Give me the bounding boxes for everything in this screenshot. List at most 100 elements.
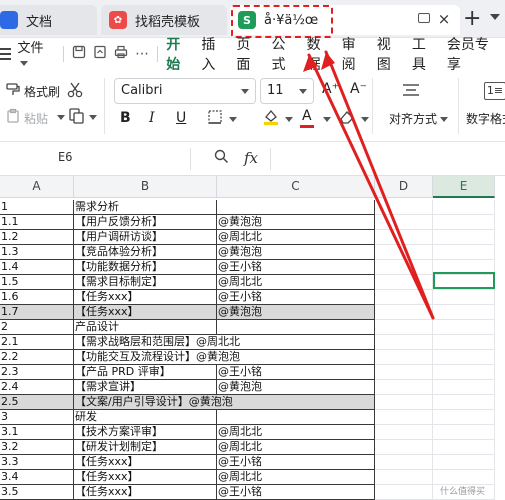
cell-owner[interactable]: @周北北: [217, 440, 375, 455]
cell-task[interactable]: 【任务xxx】: [74, 455, 217, 470]
cell-task[interactable]: 【任务xxx】: [74, 290, 217, 305]
cell-id[interactable]: 2.3: [0, 365, 74, 380]
empty-cell[interactable]: [433, 305, 495, 320]
empty-cell[interactable]: [433, 335, 495, 350]
align-button[interactable]: 对齐方式: [389, 110, 449, 127]
clear-format-icon[interactable]: [336, 108, 358, 130]
table-row[interactable]: 3.1 【技术方案评审】 @周北北: [0, 425, 505, 440]
table-row[interactable]: 3.4 【任务xxx】 @周北北: [0, 470, 505, 485]
empty-cell[interactable]: [375, 335, 433, 350]
chevron-down-icon[interactable]: [490, 14, 500, 20]
table-row[interactable]: 2.3 【产品 PRD 评审】 @王小铭: [0, 365, 505, 380]
cell-task[interactable]: 【产品 PRD 评审】: [74, 365, 217, 380]
cell-task[interactable]: 研发: [74, 410, 217, 425]
cell-id[interactable]: 2.2: [0, 350, 74, 365]
empty-cell[interactable]: [375, 275, 433, 290]
column-header-c[interactable]: C: [217, 176, 375, 198]
font-shrink-button[interactable]: A⁻: [350, 81, 367, 97]
empty-cell[interactable]: [433, 230, 495, 245]
name-box[interactable]: E6: [58, 150, 72, 164]
cell-id[interactable]: 3.1: [0, 425, 74, 440]
cell-id[interactable]: 3.5: [0, 485, 74, 500]
cell-owner[interactable]: @周北北: [217, 230, 375, 245]
empty-cell[interactable]: [375, 440, 433, 455]
table-row[interactable]: 1.2 【用户调研访谈】 @周北北: [0, 230, 505, 245]
chevron-down-icon[interactable]: [229, 117, 237, 122]
empty-cell[interactable]: [433, 200, 495, 215]
cell-id[interactable]: 2: [0, 320, 74, 335]
empty-cell[interactable]: [375, 230, 433, 245]
column-header-d[interactable]: D: [375, 176, 433, 198]
paste-button[interactable]: 粘贴: [24, 110, 48, 127]
cell-owner[interactable]: @王小铭: [217, 485, 375, 500]
number-format-button[interactable]: 数字格式: [466, 110, 505, 127]
empty-cell[interactable]: [433, 410, 495, 425]
cell-id[interactable]: 2.1: [0, 335, 74, 350]
tab-documents[interactable]: 文档: [0, 5, 97, 35]
empty-cell[interactable]: [375, 215, 433, 230]
cell-owner[interactable]: @王小铭: [217, 455, 375, 470]
empty-cell[interactable]: [375, 470, 433, 485]
table-row[interactable]: 2.5 【文案/用户引导设计】@黄泡泡: [0, 395, 505, 410]
cell-id[interactable]: 1.7: [0, 305, 74, 320]
chevron-down-icon[interactable]: [57, 115, 65, 120]
cell-owner[interactable]: @周北北: [217, 275, 375, 290]
empty-cell[interactable]: [433, 425, 495, 440]
cell-task[interactable]: 需求分析: [74, 200, 217, 215]
table-row[interactable]: 1.3 【竞品体验分析】 @黄泡泡: [0, 245, 505, 260]
underline-button[interactable]: U: [176, 110, 186, 126]
cell-id[interactable]: 1.5: [0, 275, 74, 290]
empty-cell[interactable]: [433, 245, 495, 260]
cell-task[interactable]: 【文案/用户引导设计】@黄泡泡: [74, 395, 375, 410]
cell-id[interactable]: 2.5: [0, 395, 74, 410]
cell-task[interactable]: 【任务xxx】: [74, 485, 217, 500]
cell-owner[interactable]: [217, 200, 375, 215]
cell-owner[interactable]: @黄泡泡: [217, 215, 375, 230]
cell-id[interactable]: 1.6: [0, 290, 74, 305]
cell-id[interactable]: 2.4: [0, 380, 74, 395]
copy-icon[interactable]: [66, 107, 88, 129]
empty-cell[interactable]: [433, 290, 495, 305]
empty-cell[interactable]: [375, 200, 433, 215]
table-row[interactable]: 1.6 【任务xxx】 @王小铭: [0, 290, 505, 305]
column-header-e[interactable]: E: [433, 176, 495, 198]
table-row[interactable]: 2.2 【功能交互及流程设计】@黄泡泡: [0, 350, 505, 365]
cell-owner[interactable]: [217, 320, 375, 335]
cell-owner[interactable]: @周北北: [217, 425, 375, 440]
bold-button[interactable]: B: [120, 110, 131, 126]
table-row[interactable]: 1.1 【用户反馈分析】 @黄泡泡: [0, 215, 505, 230]
table-row[interactable]: 3 研发: [0, 410, 505, 425]
column-header-a[interactable]: A: [0, 176, 74, 198]
menu-icon[interactable]: [0, 48, 12, 60]
cell-task[interactable]: 产品设计: [74, 320, 217, 335]
format-painter-button[interactable]: 格式刷: [24, 83, 60, 100]
cell-task[interactable]: 【功能数据分析】: [74, 260, 217, 275]
table-row[interactable]: 2.1 【需求战略层和范围层】@周北北: [0, 335, 505, 350]
table-row[interactable]: 1.5 【需求目标制定】 @周北北: [0, 275, 505, 290]
cell-task[interactable]: 【技术方案评审】: [74, 425, 217, 440]
empty-cell[interactable]: [375, 350, 433, 365]
empty-cell[interactable]: [433, 350, 495, 365]
empty-cell[interactable]: [375, 320, 433, 335]
empty-cell[interactable]: [375, 305, 433, 320]
cell-id[interactable]: 3.2: [0, 440, 74, 455]
empty-cell[interactable]: [375, 260, 433, 275]
table-row[interactable]: 1 需求分析: [0, 200, 505, 215]
cell-id[interactable]: 1.1: [0, 215, 74, 230]
table-row[interactable]: 2 产品设计: [0, 320, 505, 335]
zoom-icon[interactable]: [214, 149, 229, 168]
empty-cell[interactable]: [433, 395, 495, 410]
empty-cell[interactable]: [433, 215, 495, 230]
close-icon[interactable]: ×: [436, 11, 452, 27]
empty-cell[interactable]: [433, 440, 495, 455]
chevron-down-icon[interactable]: [89, 115, 97, 120]
cut-icon[interactable]: [64, 81, 86, 103]
empty-cell[interactable]: [375, 290, 433, 305]
cell-task[interactable]: 【任务xxx】: [74, 470, 217, 485]
cell-id[interactable]: 3.4: [0, 470, 74, 485]
table-row[interactable]: 1.7 【任务xxx】 @黄泡泡: [0, 305, 505, 320]
font-name-select[interactable]: Calibri: [114, 78, 256, 104]
fill-color-icon[interactable]: [260, 108, 282, 130]
empty-cell[interactable]: [375, 395, 433, 410]
cell-task[interactable]: 【任务xxx】: [74, 305, 217, 320]
